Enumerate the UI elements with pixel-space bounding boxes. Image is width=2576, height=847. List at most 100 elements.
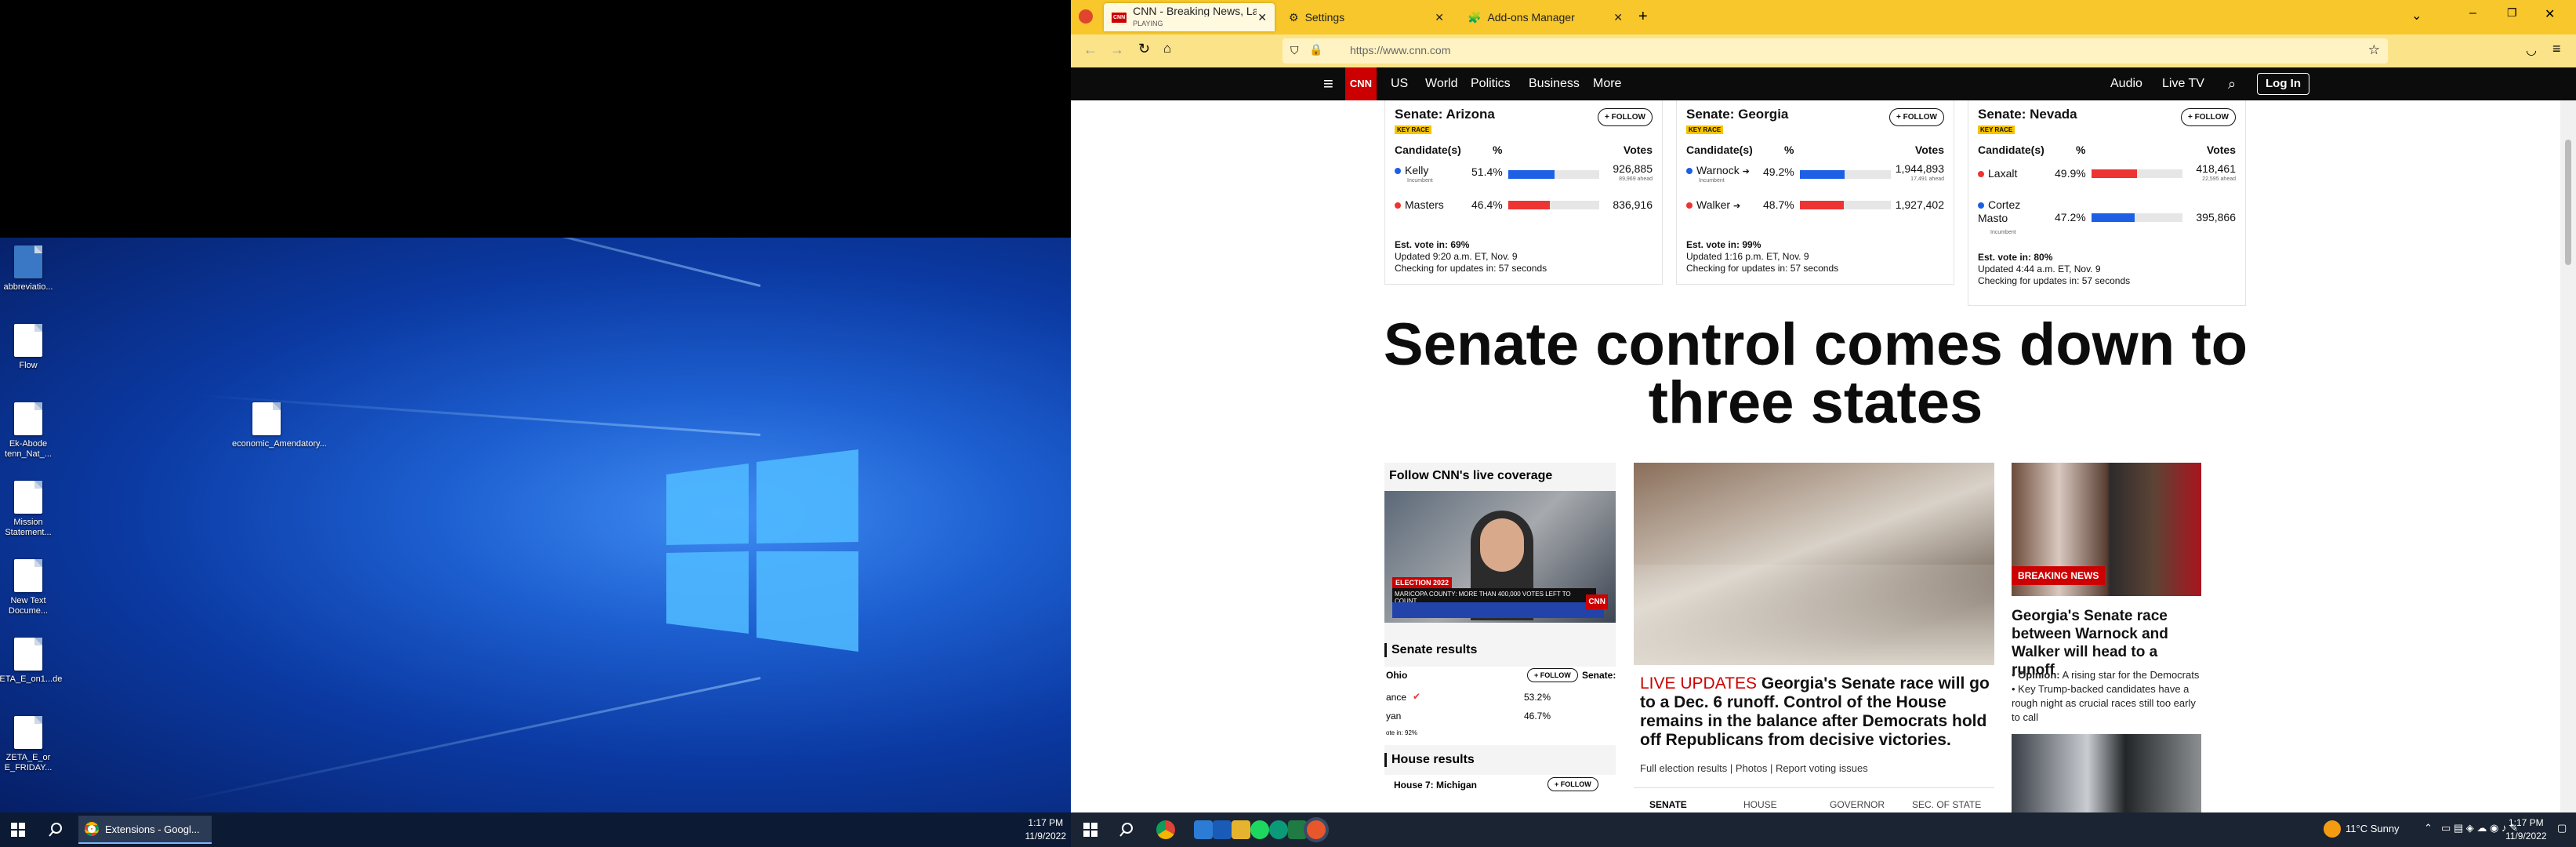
page-content: Senate: Arizona KEY RACE + FOLLOW Candid…: [1071, 100, 2576, 812]
file-explorer-icon[interactable]: [1232, 820, 1250, 839]
center-story-headline[interactable]: LIVE UPDATES Georgia's Senate race will …: [1640, 674, 1990, 750]
desktop-icon[interactable]: Flow: [0, 324, 63, 371]
edge-icon[interactable]: [1269, 820, 1288, 839]
puzzle-icon: 🧩: [1468, 10, 1482, 24]
search-icon[interactable]: [49, 823, 63, 837]
follow-button[interactable]: + FOLLOW: [1527, 668, 1578, 682]
search-icon[interactable]: [1119, 823, 1134, 837]
chrome-icon: [85, 822, 99, 836]
results-tabs: SENATE HOUSE GOVERNOR SEC. OF STATE: [1634, 787, 1994, 812]
cnn-logo[interactable]: CNN: [1345, 67, 1377, 100]
nav-politics[interactable]: Politics: [1471, 67, 1511, 100]
info-icon: ➔: [1732, 202, 1741, 211]
star-icon[interactable]: ☆: [2368, 42, 2380, 58]
tab-house[interactable]: HOUSE: [1743, 799, 1777, 810]
bullet-item[interactable]: • Opinion: A rising star for the Democra…: [2012, 668, 2201, 682]
chevron-up-icon[interactable]: ⌃: [2424, 822, 2433, 834]
search-icon[interactable]: ⌕: [2228, 67, 2236, 100]
word-icon[interactable]: [1213, 820, 1232, 839]
firefox-view-icon[interactable]: [1079, 9, 1093, 24]
login-button[interactable]: Log In: [2257, 73, 2309, 95]
nav-audio[interactable]: Audio: [2110, 67, 2142, 100]
right-monitor: CNN CNN - Breaking News, Latest N PLAYIN…: [1071, 0, 2576, 847]
follow-button[interactable]: + FOLLOW: [1547, 777, 1598, 791]
lock-icon: 🔒: [1309, 43, 1323, 56]
senate-results-widget: Ohio + FOLLOW Senate: ance ✔ 53.2% yan 46…: [1384, 667, 1616, 745]
follow-button[interactable]: + FOLLOW: [2181, 108, 2236, 126]
tab-governor[interactable]: GOVERNOR: [1830, 799, 1885, 810]
minimize-icon[interactable]: –: [2469, 6, 2476, 20]
desktop-icon[interactable]: abbreviatio...: [0, 245, 63, 293]
tab-senate[interactable]: SENATE: [1649, 799, 1687, 810]
chrome-icon[interactable]: [1156, 820, 1175, 839]
center-story-links[interactable]: Full election results | Photos | Report …: [1640, 762, 1868, 774]
follow-button[interactable]: + FOLLOW: [1598, 108, 1653, 126]
left-column: Follow CNN's live coverage ELECTION 2022…: [1384, 463, 1616, 812]
clock[interactable]: 1:17 PM 11/9/2022: [2505, 816, 2547, 843]
weather-icon[interactable]: [2324, 820, 2341, 838]
close-window-icon[interactable]: ✕: [2545, 6, 2555, 22]
race-card-nevada: Senate: Nevada KEY RACE + FOLLOW Candida…: [1968, 100, 2246, 306]
home-icon[interactable]: ⌂: [1163, 41, 1171, 56]
firefox-icon[interactable]: [1307, 820, 1326, 839]
maximize-icon[interactable]: ❐: [2507, 6, 2517, 20]
cnn-navbar: ≡ CNN US World Politics Business More Au…: [1071, 67, 2576, 100]
notification-icon[interactable]: ▢: [2557, 822, 2567, 834]
tab-settings[interactable]: ⚙ Settings ✕: [1281, 3, 1452, 31]
tab-sec-of-state[interactable]: SEC. OF STATE: [1912, 799, 1981, 810]
back-icon[interactable]: ←: [1083, 42, 1098, 58]
desktop-icon[interactable]: Ek-Abode tenn_Nat_...: [0, 402, 63, 460]
shield-icon: ⛉: [1290, 44, 1299, 56]
desktop-icon[interactable]: New Text Docume...: [0, 559, 63, 616]
nav-business[interactable]: Business: [1529, 67, 1580, 100]
candidate-row: Kelly Incumbent 51.4% 926,885 89,969 ahe…: [1395, 162, 1653, 198]
race-card-georgia: Senate: Georgia KEY RACE + FOLLOW Candid…: [1676, 100, 1954, 285]
nav-world[interactable]: World: [1425, 67, 1458, 100]
senate-results-title[interactable]: Senate results: [1384, 643, 1477, 657]
house-results-title[interactable]: House results: [1384, 753, 1475, 767]
clock[interactable]: 1:17 PM 11/9/2022: [1025, 816, 1067, 843]
reload-icon[interactable]: ↻: [1138, 41, 1150, 57]
right-story-image-2[interactable]: [2012, 734, 2201, 812]
menu-icon[interactable]: ≡: [2552, 41, 2561, 57]
forward-icon[interactable]: →: [1110, 42, 1124, 58]
hamburger-icon[interactable]: ≡: [1323, 67, 1333, 100]
url-bar[interactable]: ⛉ 🔒 https://www.cnn.com ☆: [1283, 38, 2388, 64]
follow-button[interactable]: + FOLLOW: [1889, 108, 1944, 126]
gear-icon: ⚙: [1289, 10, 1299, 24]
vscode-icon[interactable]: [1194, 820, 1213, 839]
pocket-icon[interactable]: ◡: [2526, 42, 2537, 58]
race-card-arizona: Senate: Arizona KEY RACE + FOLLOW Candid…: [1384, 100, 1663, 285]
start-icon[interactable]: [11, 823, 25, 837]
live-coverage-title[interactable]: Follow CNN's live coverage: [1384, 463, 1616, 489]
close-icon[interactable]: ✕: [1435, 11, 1444, 24]
desktop-icon[interactable]: ZETA_E_on1...de: [0, 638, 63, 685]
bullet-item[interactable]: • Key Trump-backed candidates have a rou…: [2012, 682, 2201, 725]
house-results-widget: House 7: Michigan + FOLLOW: [1384, 775, 1616, 812]
tab-cnn[interactable]: CNN CNN - Breaking News, Latest N PLAYIN…: [1104, 3, 1275, 31]
nav-livetv[interactable]: Live TV: [2162, 67, 2204, 100]
start-icon[interactable]: [1083, 823, 1098, 837]
close-icon[interactable]: ✕: [1613, 11, 1623, 24]
nav-more[interactable]: More: [1593, 67, 1621, 100]
close-icon[interactable]: ✕: [1257, 11, 1267, 24]
spotify-icon[interactable]: [1250, 820, 1269, 839]
taskbar-right: 11°C Sunny ⌃ ▭ ▤ ◈ ☁ ◉ ♪ ✎ 1:17 PM 11/9/…: [1071, 812, 2576, 847]
desktop-icon[interactable]: ZETA_E_or E_FRIDAY...: [0, 716, 63, 773]
candidate-row: Laxalt 49.9% 418,461 22,595 ahead: [1978, 162, 2236, 198]
excel-icon[interactable]: [1288, 820, 1307, 839]
desktop-icon[interactable]: economic_Amendatory...: [232, 402, 327, 449]
taskbar-app-chrome[interactable]: Extensions - Googl...: [78, 816, 212, 844]
live-video[interactable]: ELECTION 2022 MARICOPA COUNTY: MORE THAN…: [1384, 491, 1616, 623]
chevron-down-icon[interactable]: ⌄: [2411, 8, 2422, 24]
nav-us[interactable]: US: [1391, 67, 1408, 100]
center-story-image[interactable]: [1634, 463, 1994, 665]
weather-text[interactable]: 11°C Sunny: [2346, 823, 2400, 834]
scrollbar[interactable]: [2560, 100, 2576, 812]
new-tab-icon[interactable]: +: [1638, 8, 1648, 26]
candidate-row: Walker ➔ 48.7% 1,927,402: [1686, 198, 1944, 234]
tab-addons[interactable]: 🧩 Add-ons Manager ✕: [1460, 3, 1631, 31]
desktop-icon[interactable]: Mission Statement...: [0, 481, 63, 538]
page-headline[interactable]: Senate control comes down to three state…: [1330, 315, 2302, 433]
right-story-image[interactable]: BREAKING NEWS: [2012, 463, 2201, 596]
